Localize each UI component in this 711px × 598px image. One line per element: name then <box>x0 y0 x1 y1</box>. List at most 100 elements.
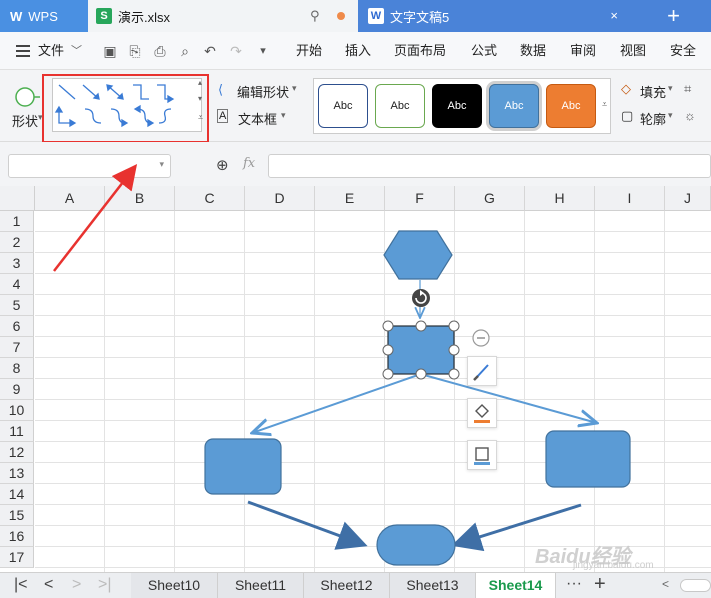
tab-security[interactable]: 安全 <box>670 32 696 70</box>
column-header[interactable]: H <box>525 186 595 211</box>
style-fill-orange[interactable]: Abc <box>546 84 596 128</box>
name-box-dropdown-icon[interactable]: ▾ <box>159 159 164 170</box>
column-header[interactable]: C <box>175 186 245 211</box>
edit-shape-icon[interactable]: ⟨ <box>218 82 223 98</box>
outline-dropdown-icon[interactable]: ▾ <box>668 110 673 121</box>
format-icon[interactable]: ⌗ <box>684 81 691 97</box>
wps-logo-icon: W <box>10 8 23 24</box>
formula-bar: ▾ ⊕ fx <box>0 142 711 186</box>
column-header[interactable]: D <box>245 186 315 211</box>
row-header[interactable]: 4 <box>0 274 34 295</box>
file-menu[interactable]: 文件 <box>38 32 64 70</box>
edit-shape-button[interactable]: 编辑形状 <box>237 82 289 101</box>
scroll-left-icon[interactable]: < <box>662 577 669 591</box>
row-header[interactable]: 14 <box>0 484 34 505</box>
tab-page-layout[interactable]: 页面布局 <box>394 32 446 70</box>
print-icon[interactable]: ⎙ <box>151 42 169 60</box>
tab-wps-home[interactable]: W WPS <box>0 0 88 32</box>
tab-review[interactable]: 审阅 <box>570 32 596 70</box>
row-header[interactable]: 16 <box>0 526 34 547</box>
row-header[interactable]: 6 <box>0 316 34 337</box>
row-header[interactable]: 17 <box>0 547 34 568</box>
select-all-corner[interactable] <box>0 186 35 211</box>
chevron-down-icon[interactable]: ﹀ <box>71 32 82 70</box>
outline-color-button[interactable] <box>467 440 497 470</box>
formula-input[interactable] <box>268 154 711 178</box>
last-sheet-icon[interactable]: >| <box>98 576 112 594</box>
column-header[interactable]: B <box>105 186 175 211</box>
fill-color-button[interactable] <box>467 398 497 428</box>
fx-label[interactable]: fx <box>243 156 255 171</box>
style-fill-blue[interactable]: Abc <box>489 84 539 128</box>
row-header[interactable]: 9 <box>0 379 34 400</box>
row-header[interactable]: 10 <box>0 400 34 421</box>
horizontal-scrollbar[interactable] <box>680 579 711 592</box>
outline-button[interactable]: 轮廓 <box>640 109 666 128</box>
more-sheets-button[interactable]: ··· <box>566 575 582 593</box>
name-box[interactable]: ▾ <box>8 154 171 178</box>
cell-grid[interactable] <box>35 211 711 572</box>
fill-icon[interactable]: ◇ <box>621 81 631 97</box>
text-box-dropdown-icon[interactable]: ▾ <box>281 110 286 121</box>
style-fill-black[interactable]: Abc <box>432 84 482 128</box>
zoom-search-icon[interactable]: ⊕ <box>216 156 229 174</box>
tab-spreadsheet[interactable]: S 演示.xlsx ⚲ <box>88 0 358 32</box>
row-header[interactable]: 2 <box>0 232 34 253</box>
row-header[interactable]: 7 <box>0 337 34 358</box>
row-header[interactable]: 11 <box>0 421 34 442</box>
export-icon[interactable]: ⎘ <box>126 42 144 60</box>
outline-icon[interactable]: ▢ <box>621 108 633 124</box>
shape-style-button[interactable] <box>467 356 497 386</box>
first-sheet-icon[interactable]: |< <box>14 576 28 594</box>
column-header[interactable]: I <box>595 186 665 211</box>
text-box-button[interactable]: 文本框 <box>238 109 277 128</box>
style-gallery-more-icon[interactable]: ⩡ <box>602 99 607 110</box>
tab-view[interactable]: 视图 <box>620 32 646 70</box>
shape-icon[interactable] <box>14 86 40 108</box>
prev-sheet-icon[interactable]: < <box>44 576 53 594</box>
pin-icon[interactable]: ⚲ <box>310 8 320 24</box>
tab-home[interactable]: 开始 <box>296 32 322 70</box>
tab-document-label: 文字文稿5 <box>390 9 450 25</box>
row-header[interactable]: 12 <box>0 442 34 463</box>
save-icon[interactable]: ▣ <box>101 42 119 60</box>
style-outline-green[interactable]: Abc <box>375 84 425 128</box>
sheet-tab[interactable]: Sheet11 <box>218 573 304 598</box>
close-tab-icon[interactable]: × <box>610 8 618 23</box>
row-header[interactable]: 13 <box>0 463 34 484</box>
text-box-icon[interactable]: A <box>217 109 229 123</box>
redo-icon[interactable]: ↷ <box>227 42 245 60</box>
row-header[interactable]: 3 <box>0 253 34 274</box>
edit-shape-dropdown-icon[interactable]: ▾ <box>292 83 297 94</box>
tab-document[interactable]: W 文字文稿5 × <box>358 0 636 32</box>
sheet-tab[interactable]: Sheet13 <box>390 573 476 598</box>
sheet-tab-active[interactable]: Sheet14 <box>476 573 556 598</box>
new-tab-button[interactable]: + <box>636 0 711 32</box>
more-icon[interactable]: ▾ <box>254 42 272 60</box>
column-header[interactable]: F <box>385 186 455 211</box>
hamburger-icon[interactable] <box>16 45 30 57</box>
next-sheet-icon[interactable]: > <box>72 576 81 594</box>
row-header[interactable]: 15 <box>0 505 34 526</box>
row-header[interactable]: 5 <box>0 295 34 316</box>
sheet-tab[interactable]: Sheet12 <box>304 573 390 598</box>
fill-button[interactable]: 填充 <box>640 82 666 101</box>
row-header[interactable]: 8 <box>0 358 34 379</box>
column-header[interactable]: G <box>455 186 525 211</box>
menu-bar: 文件 ﹀ ▣ ⎘ ⎙ ⌕ ↶ ↷ ▾ 开始 插入 页面布局 公式 数据 审阅 视… <box>0 32 711 70</box>
style-outline-blue[interactable]: Abc <box>318 84 368 128</box>
tab-data[interactable]: 数据 <box>520 32 546 70</box>
tab-formula[interactable]: 公式 <box>471 32 497 70</box>
fill-dropdown-icon[interactable]: ▾ <box>668 83 673 94</box>
print-preview-icon[interactable]: ⌕ <box>176 42 194 60</box>
row-header[interactable]: 1 <box>0 211 34 232</box>
sheet-tab[interactable]: Sheet10 <box>131 573 218 598</box>
undo-icon[interactable]: ↶ <box>201 42 219 60</box>
column-header[interactable]: E <box>315 186 385 211</box>
effects-icon[interactable]: ☼ <box>684 108 696 123</box>
tab-insert[interactable]: 插入 <box>345 32 371 70</box>
shape-button-label[interactable]: 形状 <box>12 111 38 130</box>
add-sheet-button[interactable]: + <box>594 573 606 596</box>
column-header[interactable]: A <box>35 186 105 211</box>
column-header[interactable]: J <box>665 186 711 211</box>
